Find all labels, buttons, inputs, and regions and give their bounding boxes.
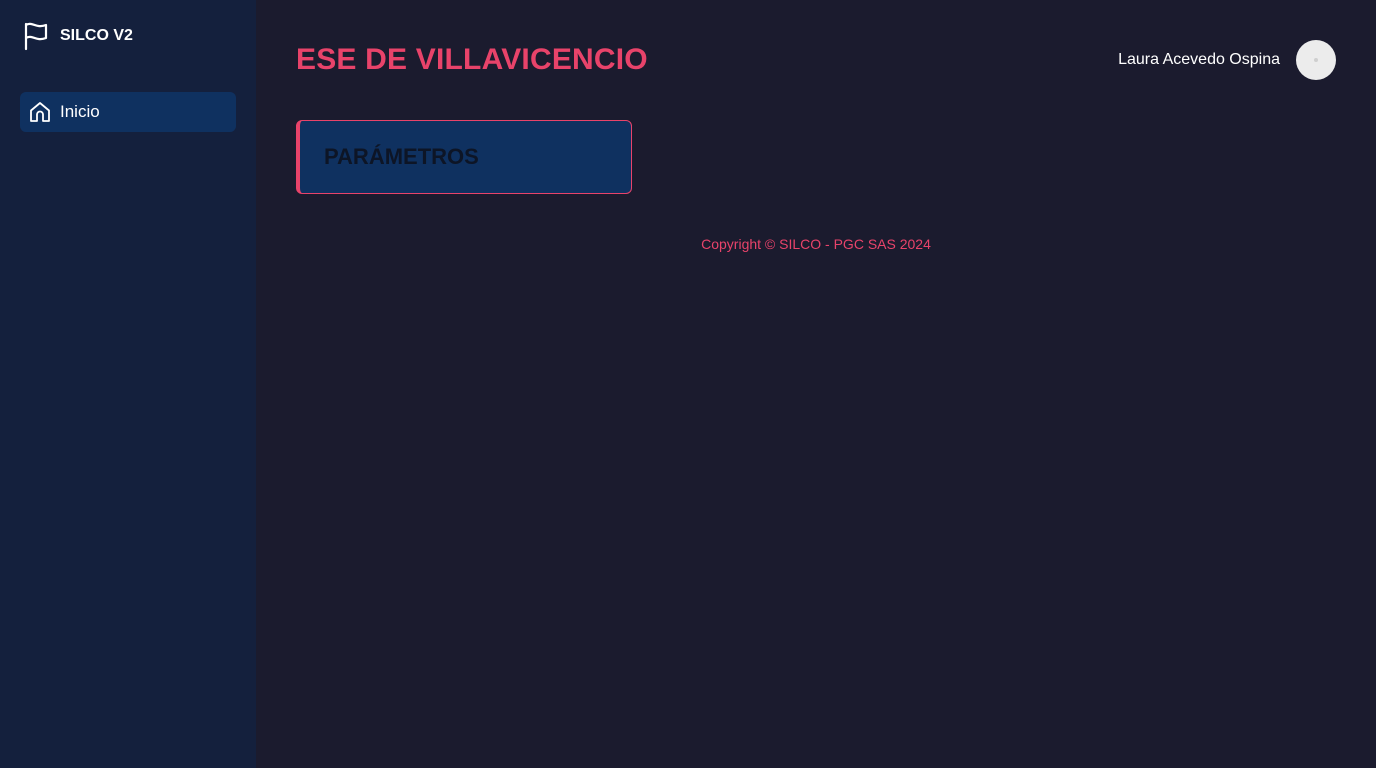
main-content: ESE DE VILLAVICENCIO Laura Acevedo Ospin… bbox=[256, 0, 1376, 768]
cards-section: PARÁMETROS bbox=[296, 120, 1336, 194]
page-header: ESE DE VILLAVICENCIO Laura Acevedo Ospin… bbox=[296, 0, 1336, 120]
app-root: SILCO V2 Inicio ESE DE VILLAVICENCIO Lau… bbox=[0, 0, 1376, 768]
brand[interactable]: SILCO V2 bbox=[22, 20, 236, 52]
user-name: Laura Acevedo Ospina bbox=[1118, 51, 1280, 68]
footer: Copyright © SILCO - PGC SAS 2024 bbox=[296, 236, 1336, 252]
copyright-text: Copyright © SILCO - PGC SAS 2024 bbox=[701, 236, 931, 252]
sidebar-item-label: Inicio bbox=[60, 102, 100, 121]
user-menu[interactable]: Laura Acevedo Ospina bbox=[1118, 40, 1336, 80]
sidebar-item-inicio[interactable]: Inicio bbox=[20, 92, 236, 132]
page-title: ESE DE VILLAVICENCIO bbox=[296, 43, 648, 76]
card-title: PARÁMETROS bbox=[324, 144, 479, 169]
home-icon bbox=[28, 100, 52, 124]
sidebar: SILCO V2 Inicio bbox=[0, 0, 256, 768]
flag-icon bbox=[22, 20, 50, 52]
card-parametros[interactable]: PARÁMETROS bbox=[296, 120, 632, 194]
sidebar-nav: Inicio bbox=[20, 92, 236, 132]
brand-name: SILCO V2 bbox=[60, 27, 133, 44]
avatar-icon bbox=[1314, 58, 1318, 62]
avatar[interactable] bbox=[1296, 40, 1336, 80]
